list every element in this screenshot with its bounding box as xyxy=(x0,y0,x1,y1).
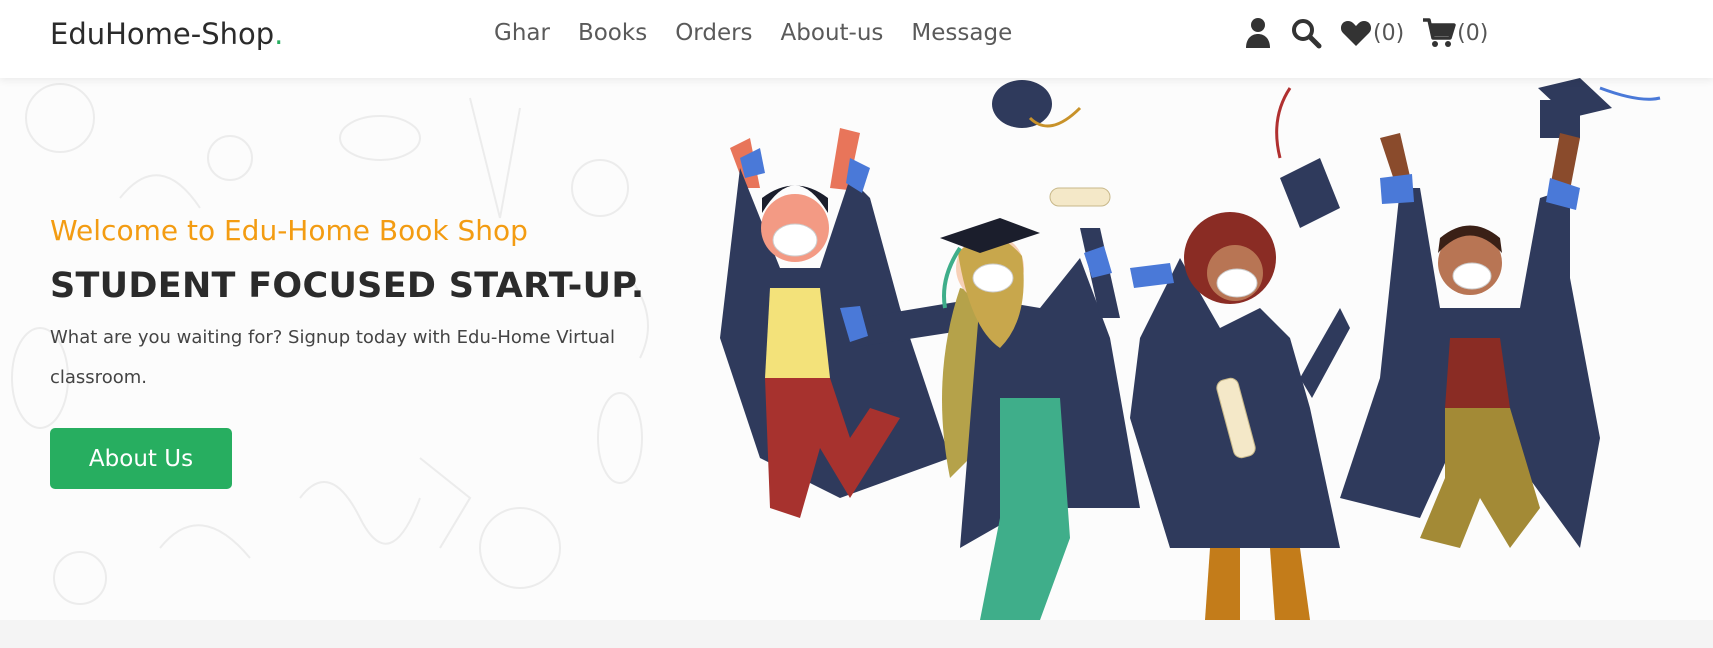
nav-link-about-us[interactable]: About-us xyxy=(781,20,884,46)
graduation-cap-icon xyxy=(1538,78,1661,138)
graduate-figure xyxy=(1130,212,1350,620)
graduation-cap-icon xyxy=(992,80,1082,128)
nav-link-orders[interactable]: Orders xyxy=(675,20,752,46)
graduates-illustration xyxy=(720,78,1661,620)
wishlist-button[interactable]: (0) xyxy=(1340,19,1404,47)
user-icon[interactable] xyxy=(1244,17,1272,49)
header-icons: (0) (0) xyxy=(1244,17,1488,49)
nav-link-ghar[interactable]: Ghar xyxy=(494,20,550,46)
cart-count: (0) xyxy=(1457,20,1489,46)
wishlist-count: (0) xyxy=(1373,20,1405,46)
hero-banner: Welcome to Edu-Home Book Shop STUDENT FO… xyxy=(0,78,1713,620)
search-icon[interactable] xyxy=(1290,17,1322,49)
heart-icon xyxy=(1340,21,1372,46)
main-nav: Ghar Books Orders About-us Message xyxy=(494,20,1012,46)
graduate-figure xyxy=(1340,133,1600,548)
hero-headline: STUDENT FOCUSED START-UP. xyxy=(50,266,645,306)
hero-description: What are you waiting for? Signup today w… xyxy=(50,327,616,388)
nav-link-message[interactable]: Message xyxy=(911,20,1012,46)
logo-dot: . xyxy=(274,17,284,51)
cart-button[interactable]: (0) xyxy=(1422,17,1488,49)
logo-text: EduHome-Shop xyxy=(50,17,275,51)
graduation-cap-icon xyxy=(1275,87,1340,228)
about-us-button[interactable]: About Us xyxy=(50,428,232,489)
hero-welcome-text: Welcome to Edu-Home Book Shop xyxy=(50,214,528,247)
cart-icon xyxy=(1423,18,1456,47)
nav-link-books[interactable]: Books xyxy=(578,20,647,46)
logo[interactable]: EduHome-Shop. xyxy=(50,17,283,51)
site-header: EduHome-Shop. Ghar Books Orders About-us… xyxy=(0,0,1713,78)
